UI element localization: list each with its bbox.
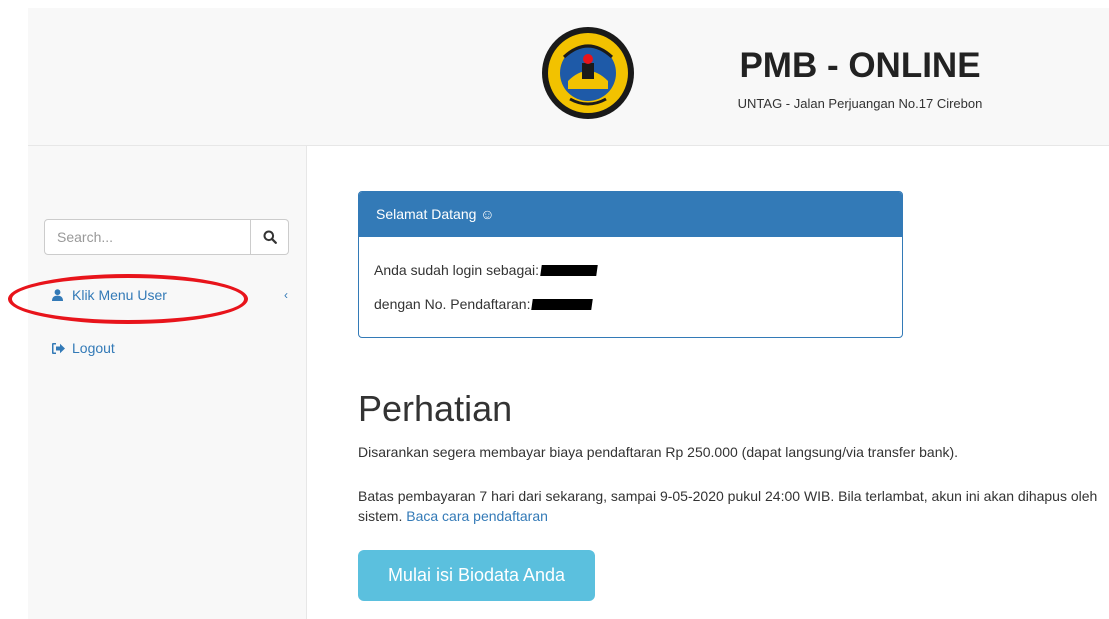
sidebar-item-label: Logout [72, 340, 115, 356]
login-info-line: Anda sudah login sebagai: [374, 253, 887, 287]
search-group [44, 219, 289, 255]
user-icon [52, 289, 66, 301]
chevron-left-icon: ‹ [284, 288, 288, 302]
sidebar-item-label: Klik Menu User [72, 287, 167, 303]
notice-paragraph-deadline: Batas pembayaran 7 hari dari sekarang, s… [358, 486, 1098, 526]
sidebar-item-user-menu[interactable]: Klik Menu User ‹ [28, 277, 306, 313]
site-header: PMB - ONLINE UNTAG - Jalan Perjuangan No… [28, 8, 1109, 146]
page-frame: PMB - ONLINE UNTAG - Jalan Perjuangan No… [8, 8, 1109, 619]
registration-label: dengan No. Pendaftaran: [374, 296, 531, 312]
panel-heading: Selamat Datang ☺ [359, 192, 902, 237]
site-subtitle: UNTAG - Jalan Perjuangan No.17 Cirebon [737, 96, 983, 111]
registration-guide-link[interactable]: Baca cara pendaftaran [406, 508, 548, 524]
start-biodata-button[interactable]: Mulai isi Biodata Anda [358, 550, 595, 601]
sidebar: Klik Menu User ‹ Logout [8, 146, 307, 619]
notice-title: Perhatian [358, 388, 513, 429]
sidebar-item-logout[interactable]: Logout [28, 330, 306, 366]
welcome-panel: Selamat Datang ☺ Anda sudah login sebaga… [358, 191, 903, 338]
site-title: PMB - ONLINE [739, 46, 981, 85]
registration-info-line: dengan No. Pendaftaran: [374, 287, 887, 321]
search-icon [263, 230, 277, 244]
panel-body: Anda sudah login sebagai: dengan No. Pen… [359, 237, 902, 321]
notice-paragraph-fee: Disarankan segera membayar biaya pendaft… [358, 444, 959, 460]
search-button[interactable] [251, 219, 289, 255]
redacted-username [540, 264, 598, 276]
logout-icon [52, 342, 66, 354]
login-label: Anda sudah login sebagai: [374, 262, 540, 278]
university-seal-logo [542, 27, 634, 119]
search-input[interactable] [44, 219, 251, 255]
redacted-registration-number [531, 298, 594, 310]
